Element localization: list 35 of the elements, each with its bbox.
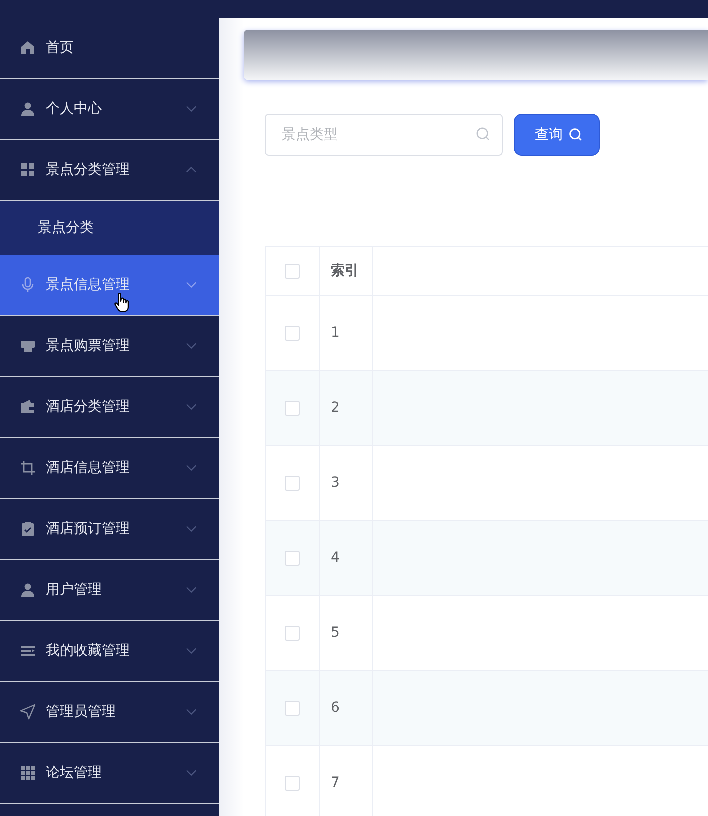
person-icon [20, 582, 36, 598]
table-cell: 1 [331, 325, 340, 341]
sidebar-item[interactable]: 景点信息管理 [0, 255, 219, 316]
search-button[interactable]: 查询 [514, 114, 600, 156]
search-field[interactable]: 景点类型 [265, 114, 503, 156]
checkbox[interactable] [285, 400, 300, 416]
crop-icon [20, 460, 36, 476]
table-cell: 3 [331, 475, 340, 491]
clipboard-icon [20, 521, 36, 537]
checkbox[interactable] [285, 626, 300, 640]
search-icon [476, 127, 491, 142]
list-icon [20, 643, 36, 659]
table-cell: 7 [331, 775, 340, 791]
table-cell: 2 [331, 400, 340, 416]
home-icon [20, 40, 36, 56]
grid-icon [20, 765, 36, 781]
sidebar-subitem[interactable]: 景点分类 [0, 201, 219, 255]
person-icon [20, 101, 36, 117]
wallet-icon [20, 399, 36, 415]
table-cell: 5 [331, 625, 340, 641]
navigation-arrow-icon [20, 704, 36, 720]
checkbox[interactable] [285, 476, 300, 490]
checkbox[interactable] [285, 700, 300, 716]
checkbox[interactable] [285, 264, 300, 278]
checkbox[interactable] [285, 326, 300, 340]
checkbox[interactable] [285, 776, 300, 790]
table-cell: 4 [331, 550, 340, 566]
printer-icon [20, 338, 36, 354]
microphone-icon [20, 277, 36, 293]
checkbox[interactable] [285, 550, 300, 566]
table-cell: 6 [331, 700, 340, 716]
hand-cursor-icon [114, 293, 130, 313]
search-icon [569, 128, 583, 142]
column-header: 索引 [331, 262, 359, 280]
grid-icon [20, 162, 36, 178]
